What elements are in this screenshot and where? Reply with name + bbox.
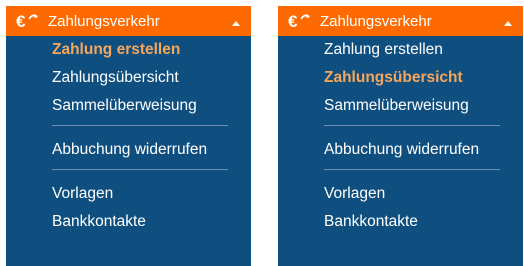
caret-up-icon[interactable] bbox=[231, 16, 241, 26]
menu-header-title: Zahlungsverkehr bbox=[320, 12, 432, 30]
menu-item-vorlagen[interactable]: Vorlagen bbox=[52, 185, 251, 203]
menu-item-sammelueberweisung[interactable]: Sammelüberweisung bbox=[52, 97, 251, 115]
payment-menu-panel-left: € Zahlungsverkehr Zahlung erstellen Zahl… bbox=[6, 6, 251, 266]
menu-header-title: Zahlungsverkehr bbox=[48, 12, 160, 30]
svg-text:€: € bbox=[288, 12, 298, 31]
menu-divider bbox=[324, 125, 500, 126]
screenshot-stage: € Zahlungsverkehr Zahlung erstellen Zahl… bbox=[0, 0, 524, 266]
menu-list: Zahlung erstellen Zahlungsübersicht Samm… bbox=[6, 36, 251, 231]
menu-item-zahlungsuebersicht[interactable]: Zahlungsübersicht bbox=[52, 69, 251, 87]
caret-up-icon[interactable] bbox=[503, 16, 513, 26]
menu-item-vorlagen[interactable]: Vorlagen bbox=[324, 185, 523, 203]
menu-item-abbuchung-widerrufen[interactable]: Abbuchung widerrufen bbox=[324, 141, 523, 159]
menu-list: Zahlung erstellen Zahlungsübersicht Samm… bbox=[278, 36, 523, 231]
svg-text:€: € bbox=[16, 12, 26, 31]
menu-item-zahlungsuebersicht[interactable]: Zahlungsübersicht bbox=[324, 69, 523, 87]
menu-divider bbox=[52, 125, 228, 126]
menu-item-abbuchung-widerrufen[interactable]: Abbuchung widerrufen bbox=[52, 141, 251, 159]
euro-transfer-icon: € bbox=[288, 11, 312, 31]
menu-item-zahlung-erstellen[interactable]: Zahlung erstellen bbox=[324, 41, 523, 59]
menu-header[interactable]: € Zahlungsverkehr bbox=[278, 6, 523, 36]
payment-menu-panel-right: € Zahlungsverkehr Zahlung erstellen Zahl… bbox=[278, 6, 523, 266]
menu-divider bbox=[324, 169, 500, 170]
menu-item-sammelueberweisung[interactable]: Sammelüberweisung bbox=[324, 97, 523, 115]
menu-header[interactable]: € Zahlungsverkehr bbox=[6, 6, 251, 36]
menu-item-bankkontakte[interactable]: Bankkontakte bbox=[52, 213, 251, 231]
menu-item-zahlung-erstellen[interactable]: Zahlung erstellen bbox=[52, 41, 251, 59]
euro-transfer-icon: € bbox=[16, 11, 40, 31]
menu-divider bbox=[52, 169, 228, 170]
menu-item-bankkontakte[interactable]: Bankkontakte bbox=[324, 213, 523, 231]
